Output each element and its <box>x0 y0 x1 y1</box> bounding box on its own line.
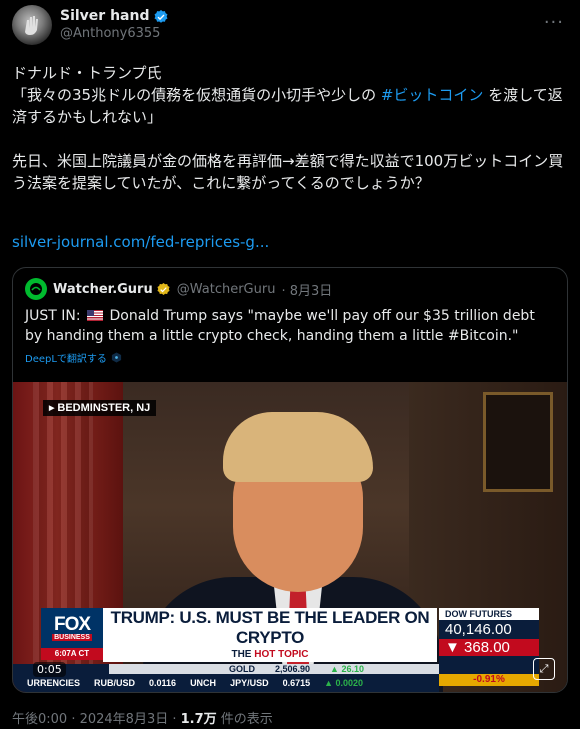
tweet: Silver hand @Anthony6355 ··· ドナルド・トランプ氏 … <box>0 0 580 729</box>
tweet-text: ドナルド・トランプ氏 「我々の35兆ドルの債務を仮想通貨の小切手や少しの #ビッ… <box>12 62 564 194</box>
hand-icon <box>25 16 38 35</box>
dow-label: DOW FUTURES <box>439 608 539 620</box>
ticker-jpy-change: ▲ 0.0020 <box>324 678 364 688</box>
deepl-translate-label[interactable]: DeepLで翻訳する <box>25 350 107 365</box>
ticker-gold-change: ▲ 26.10 <box>330 664 364 674</box>
us-flag-icon <box>87 310 104 321</box>
watcher-logo-icon <box>30 283 42 295</box>
market-ticker: GOLD 2,506.90 ▲ 26.10 URRENCIES RUB/USD … <box>13 664 439 692</box>
ticker-jpy: JPY/USD <box>230 678 269 688</box>
dow-value: 40,146.00 <box>445 621 512 638</box>
view-count: 1.7万 <box>180 712 217 727</box>
quote-display-name[interactable]: Watcher.Guru <box>53 282 153 297</box>
author-name-row[interactable]: Silver hand <box>60 8 169 26</box>
author-display-name[interactable]: Silver hand <box>60 8 149 26</box>
dow-percent: -0.91% <box>439 674 539 686</box>
broadcast-time: 6:07A CT <box>41 648 103 660</box>
dow-futures-box: DOW FUTURES 40,146.00 ▼ 368.00 <box>439 608 539 678</box>
quoted-tweet[interactable]: Watcher.Guru @WatcherGuru · 8月3日 JUST IN… <box>12 267 568 693</box>
deepl-icon <box>111 352 122 363</box>
fox-business-logo: FOX BUSINESS <box>41 608 103 648</box>
ticker-gold: GOLD <box>229 664 255 674</box>
view-count-label: 件の表示 <box>216 712 273 727</box>
ticker-jpy-value: 0.6715 <box>282 678 311 688</box>
quote-header: Watcher.Guru @WatcherGuru · 8月3日 <box>25 278 332 300</box>
chyron-headline: TRUMP: U.S. MUST BE THE LEADER ON CRYPTO <box>110 608 430 647</box>
ticker-rub-value: 0.0116 <box>149 678 177 688</box>
quote-text-prefix: JUST IN: <box>25 308 81 324</box>
quote-avatar[interactable] <box>25 278 47 300</box>
more-options-icon[interactable]: ··· <box>544 12 564 33</box>
video-time-badge: 0:05 <box>33 662 66 677</box>
author-handle[interactable]: @Anthony6355 <box>60 26 169 42</box>
quote-handle[interactable]: @WatcherGuru <box>177 282 276 297</box>
hashtag-link[interactable]: #ビットコイン <box>381 86 484 104</box>
quote-date[interactable]: · 8月3日 <box>281 280 332 299</box>
ticker-row-currencies: URRENCIES RUB/USD 0.0116 UNCH JPY/USD 0.… <box>13 676 439 690</box>
network-sub: BUSINESS <box>52 633 92 641</box>
tweet-footer: 午後0:00 · 2024年8月3日 · 1.7万 件の表示 <box>12 708 273 727</box>
wall-portrait <box>483 392 553 492</box>
deepl-translate-link[interactable]: DeepLで翻訳する <box>25 350 122 365</box>
gold-verified-badge-icon[interactable] <box>156 282 171 297</box>
hot-topic-bar: THE HOT TOPIC <box>103 648 437 662</box>
quote-text: JUST IN: Donald Trump says "maybe we'll … <box>25 306 553 346</box>
verified-badge-icon[interactable] <box>153 9 169 25</box>
fullscreen-icon[interactable]: ⤢ <box>533 658 555 680</box>
ticker-row-gold: GOLD 2,506.90 ▲ 26.10 <box>109 664 439 674</box>
video-player[interactable]: BEDMINSTER, NJ FOX BUSINESS TRUMP: U.S. … <box>13 382 567 692</box>
post-timestamp[interactable]: 午後0:00 · 2024年8月3日 · <box>12 712 181 727</box>
ticker-unch: UNCH <box>190 678 217 688</box>
tweet-header: Silver hand @Anthony6355 ··· <box>12 0 568 50</box>
dow-change: ▼ 368.00 <box>439 639 539 656</box>
tweet-text-part1: ドナルド・トランプ氏 「我々の35兆ドルの債務を仮想通貨の小切手や少しの <box>12 64 377 104</box>
location-tag: BEDMINSTER, NJ <box>43 400 157 416</box>
ticker-currencies: URRENCIES <box>27 678 81 688</box>
ticker-gold-value: 2,506.90 <box>275 664 311 674</box>
author-avatar[interactable] <box>12 5 52 45</box>
ticker-rub: RUB/USD <box>94 678 136 688</box>
network-name: FOX <box>53 613 91 635</box>
topic-hot: HOT TOPIC <box>254 649 309 660</box>
topic-prefix: THE <box>231 649 252 660</box>
external-link[interactable]: silver-journal.com/fed-reprices-g... <box>12 233 269 251</box>
news-chyron: FOX BUSINESS TRUMP: U.S. MUST BE THE LEA… <box>41 608 437 648</box>
